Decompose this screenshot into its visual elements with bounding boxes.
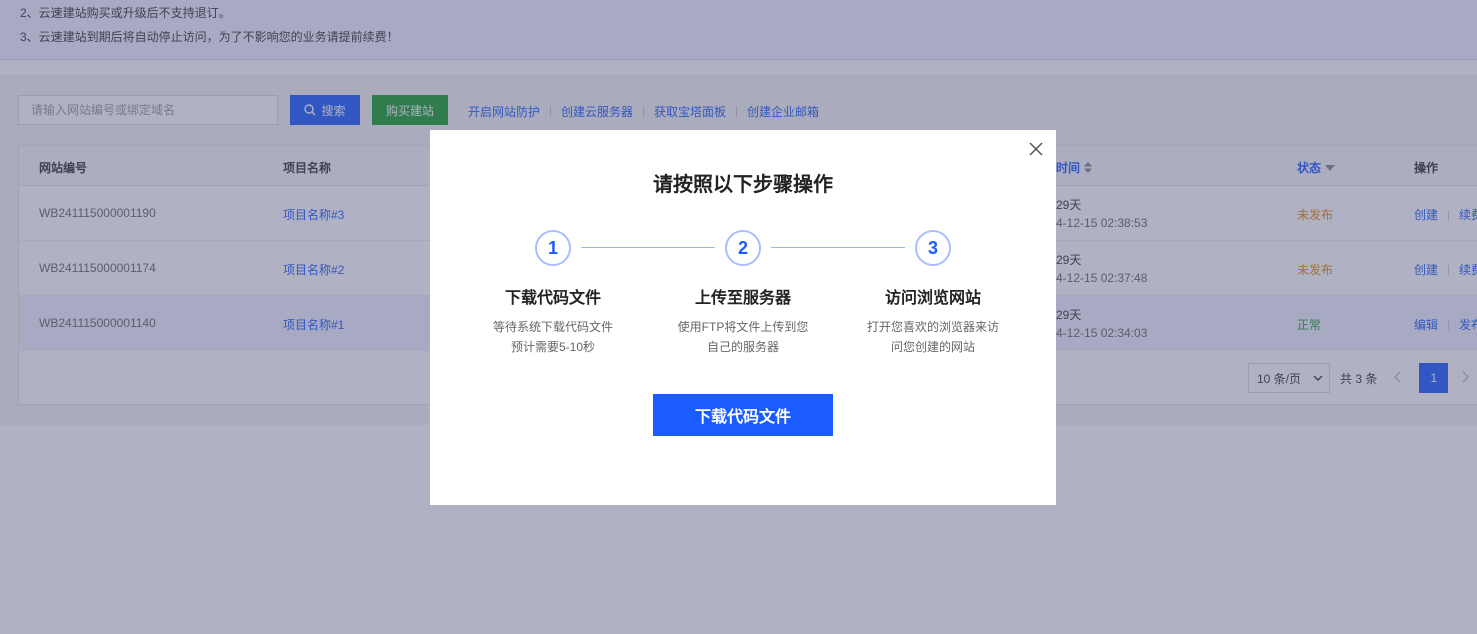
step-description-line: 打开您喜欢的浏览器来访 [866, 320, 999, 334]
step-title: 上传至服务器 [694, 290, 791, 307]
step-description-line: 问您创建的网站 [890, 340, 975, 354]
step-description: 等待系统下载代码文件 预计需要5-10秒 [463, 317, 643, 357]
step-title: 下载代码文件 [504, 290, 601, 307]
step-connector [581, 247, 715, 248]
step-description-line: 预计需要5-10秒 [510, 340, 596, 354]
download-steps-modal: 请按照以下步骤操作 1 2 3 下载代码文件 上传至服务器 访问浏览网站 等待系… [430, 130, 1056, 505]
step-number: 1 [535, 230, 571, 266]
step-title: 访问浏览网站 [884, 290, 981, 307]
step-description-line: 自己的服务器 [706, 340, 779, 354]
step-number: 2 [725, 230, 761, 266]
step-description-line: 等待系统下载代码文件 [492, 320, 613, 334]
download-code-button[interactable]: 下载代码文件 [653, 394, 833, 436]
close-icon [1029, 142, 1043, 156]
modal-title: 请按照以下步骤操作 [653, 174, 833, 196]
step-description: 使用FTP将文件上传到您 自己的服务器 [653, 317, 833, 357]
close-button[interactable] [1028, 141, 1044, 157]
step-description: 打开您喜欢的浏览器来访 问您创建的网站 [843, 317, 1023, 357]
step-number: 3 [915, 230, 951, 266]
step-description-line: 使用FTP将文件上传到您 [677, 320, 809, 334]
step-connector [771, 247, 905, 248]
